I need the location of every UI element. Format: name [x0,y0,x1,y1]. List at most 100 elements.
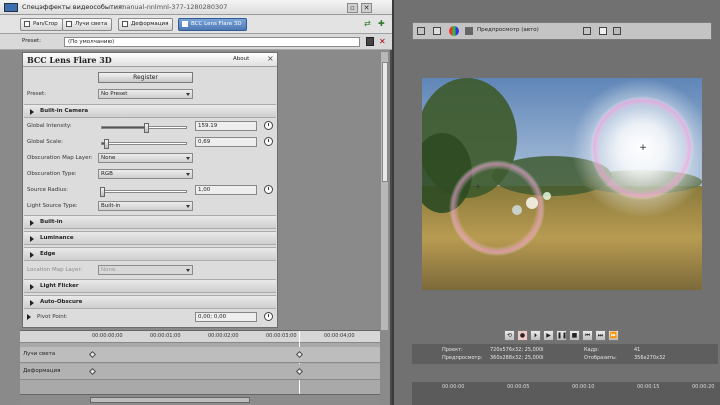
pivot-point-value[interactable]: 0,00; 0,00 [195,312,257,322]
source-crosshair-icon[interactable]: + [639,143,647,153]
slider-thumb[interactable] [143,123,149,133]
light-source-type-select[interactable]: Built-in [98,201,193,211]
keyframe-clock-icon[interactable] [264,185,273,194]
close-icon[interactable]: ✕ [361,3,372,13]
global-intensity-slider[interactable] [101,123,187,133]
restore-icon[interactable]: ▫ [347,3,358,13]
section-luminance[interactable]: Luminance [24,231,276,245]
enable-checkbox[interactable] [182,21,188,27]
end-icon[interactable]: ⏩ [608,330,619,341]
chain-item-light-rays[interactable]: Лучи света [62,18,113,31]
project-value: 720x576x32; 25,000i [490,347,544,353]
ruler-tick: 00:00:20 [692,384,715,390]
panel-close-icon[interactable]: × [267,54,274,63]
delete-preset-icon[interactable]: ✕ [379,37,387,46]
previous-frame-icon[interactable]: ⏮ [582,330,593,341]
dialog-title: Спецэффекты видеособытия: [22,3,125,11]
global-scale-slider[interactable] [101,139,187,149]
next-frame-icon[interactable]: ⏭ [595,330,606,341]
scrollbar-thumb[interactable] [382,62,388,182]
slider-thumb[interactable] [104,139,110,149]
track-light-rays[interactable]: Лучи света [20,347,380,363]
video-preview-frame: + + [422,78,702,290]
obscuration-type-select[interactable]: RGB [98,169,193,179]
chain-item-label: BCC Lens Flare 3D [191,21,242,27]
keyframe-clock-icon[interactable] [264,312,273,321]
record-icon[interactable]: ● [517,330,528,341]
dialog-title-bar: Спецэффекты видеособытия: manual-nnlmnl-… [0,0,392,15]
keyframe[interactable] [88,350,97,359]
chain-item-deformation[interactable]: Деформация [118,18,174,31]
split-screen-icon[interactable] [449,26,459,36]
project-label: Проект: [442,347,463,353]
track-deformation[interactable]: Деформация [20,364,380,380]
plugin-chain-icon[interactable]: ⇄ [364,19,372,28]
source-radius-slider[interactable] [100,187,187,197]
keyframe[interactable] [295,367,304,376]
location-map-layer-select: None [98,265,193,275]
slider-fill [102,127,146,128]
loop-icon[interactable]: ⟲ [504,330,515,341]
play-icon[interactable]: ▶ [543,330,554,341]
display-value: 356x270x32 [634,355,666,361]
keyframe-clock-icon[interactable] [264,121,273,130]
app-icon [4,3,18,12]
chain-item-bcc-lens-flare[interactable]: BCC Lens Flare 3D [178,18,247,31]
chevron-down-icon [186,93,190,96]
section-label: Light Flicker [40,283,79,289]
remove-plugin-icon[interactable]: ✚ [378,19,386,28]
section-built-in[interactable]: Built-in [24,215,276,229]
enable-checkbox[interactable] [122,21,128,27]
properties-icon[interactable] [417,27,425,35]
about-link[interactable]: About [233,56,249,62]
preview-quality-select[interactable]: Предпросмотр (авто) [477,27,539,33]
source-radius-value[interactable]: 1,00 [195,185,257,195]
section-light-flicker[interactable]: Light Flicker [24,279,276,293]
keyframe[interactable] [88,367,97,376]
save-preset-icon[interactable] [366,37,374,46]
expand-triangle-icon[interactable] [27,314,31,320]
slider-thumb[interactable] [100,187,105,197]
ruler-tick: 00:00:05 [507,384,530,390]
section-auto-obscure[interactable]: Auto-Obscure [24,295,276,309]
register-button[interactable]: Register [98,72,193,83]
dialog-scrollbar[interactable] [380,52,388,330]
pivot-crosshair-icon[interactable]: + [475,182,482,191]
expand-triangle-icon [30,284,34,290]
keyframe[interactable] [295,350,304,359]
panel-preset-select[interactable]: No Preset [98,89,193,99]
obscuration-map-layer-select[interactable]: None [98,153,193,163]
timeline-scrollbar[interactable] [20,394,380,405]
stop-icon[interactable]: ■ [569,330,580,341]
video-preview-window: Предпросмотр (авто) + + ⟲ ● ⏵ ▶ ❚❚ ■ ⏮ ⏭… [394,0,720,405]
pause-icon[interactable]: ❚❚ [556,330,567,341]
preview-quality-icon [465,27,473,35]
scrollbar-thumb[interactable] [90,397,250,403]
section-edge[interactable]: Edge [24,247,276,261]
dropdown-value: None [101,267,116,273]
ruler-tick: 00:00:10 [572,384,595,390]
save-snapshot-icon[interactable] [613,27,621,35]
overlays-icon[interactable] [583,27,591,35]
copy-snapshot-icon[interactable] [599,27,607,35]
section-built-in-camera[interactable]: Built-in Camera [24,104,276,118]
flare-element [512,205,522,215]
external-monitor-icon[interactable] [433,27,441,35]
global-scale-value[interactable]: 0,69 [195,137,257,147]
obscuration-type-row: Obscuration Type: RGB [23,167,277,183]
global-intensity-value[interactable]: 159.19 [195,121,257,131]
enable-checkbox[interactable] [66,21,72,27]
dropdown-value: RGB [101,171,113,177]
chain-item-label: Лучи света [75,21,108,27]
enable-checkbox[interactable] [24,21,30,27]
param-label: Location Map Layer: [27,267,83,273]
chain-item-pan-crop[interactable]: Pan/Crop [20,18,63,31]
param-label: Obscuration Map Layer: [27,155,93,161]
playhead[interactable] [299,331,300,395]
preview-value: 360x288x32; 25,000i [490,355,544,361]
preset-select[interactable]: (По умолчанию) [64,37,360,47]
section-label: Auto-Obscure [40,299,83,305]
ruler-tick: 00:00:02;00 [208,333,239,339]
play-from-start-icon[interactable]: ⏵ [530,330,541,341]
keyframe-clock-icon[interactable] [264,137,273,146]
